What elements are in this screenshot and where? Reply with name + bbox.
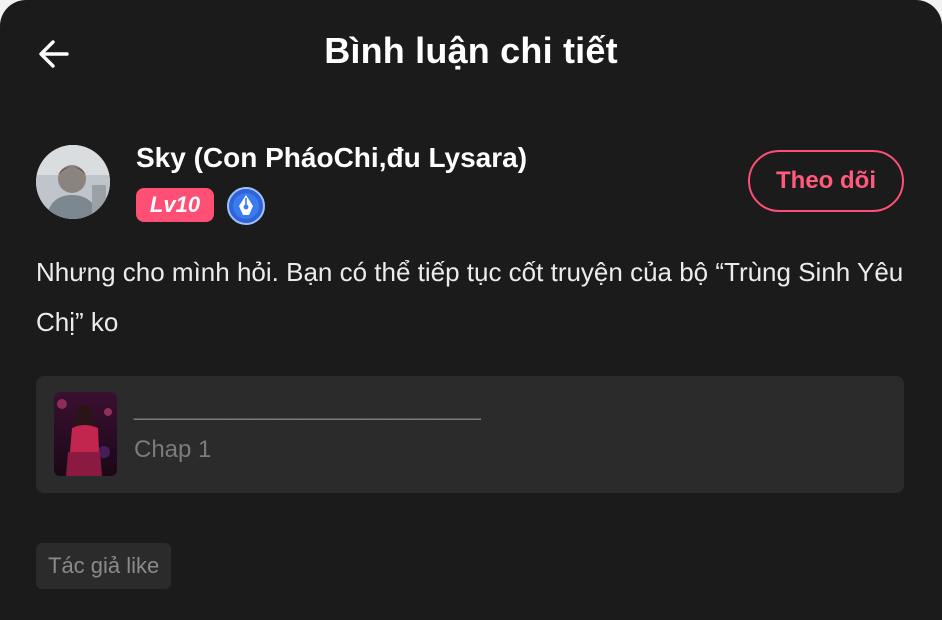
pen-nib-icon	[226, 186, 266, 226]
story-cover-image	[54, 392, 117, 476]
story-title: ____________________________	[134, 394, 481, 421]
level-badge: Lv10	[136, 188, 214, 222]
follow-button[interactable]: Theo dõi	[748, 150, 904, 212]
comment-text: Nhưng cho mình hỏi. Bạn có thể tiếp tục …	[36, 257, 904, 337]
author-like-tag: Tác giả like	[36, 543, 172, 589]
page-title: Bình luận chi tiết	[324, 30, 618, 71]
story-chapter: Chap 1	[134, 436, 212, 463]
avatar[interactable]	[36, 145, 110, 219]
header: Bình luận chi tiết	[0, 0, 942, 110]
comment-detail-sheet: Bình luận chi tiết Sky (Con PháoChi,đu L…	[0, 0, 942, 620]
story-card[interactable]: ____________________________ Chap 1	[36, 376, 904, 493]
comment-author-name[interactable]: Sky (Con PháoChi,đu Lysara)	[136, 142, 527, 174]
